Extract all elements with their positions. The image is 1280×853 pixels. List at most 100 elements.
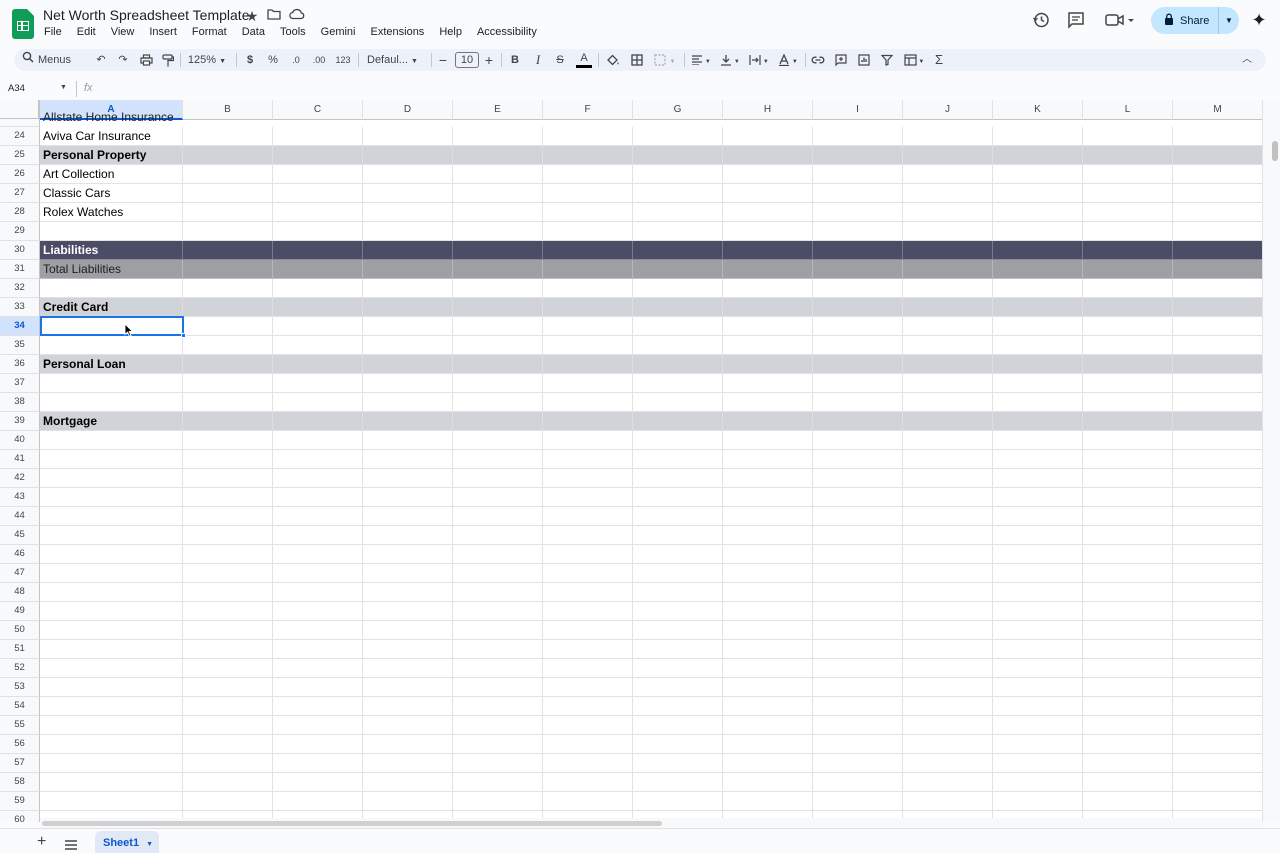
- grid-cell[interactable]: [1083, 355, 1173, 374]
- grid-cell[interactable]: [1173, 260, 1262, 279]
- grid-cell[interactable]: [903, 621, 993, 640]
- grid-cell[interactable]: [273, 450, 363, 469]
- grid-cell[interactable]: [363, 602, 453, 621]
- row-header[interactable]: 55: [0, 716, 40, 735]
- grid-cell[interactable]: [903, 469, 993, 488]
- grid-cell[interactable]: [1173, 697, 1262, 716]
- grid-cell[interactable]: [723, 507, 813, 526]
- grid-cell[interactable]: [813, 697, 903, 716]
- grid-cell[interactable]: [543, 602, 633, 621]
- grid-cell[interactable]: [993, 697, 1083, 716]
- menu-file[interactable]: File: [36, 24, 69, 40]
- menu-accessibility[interactable]: Accessibility: [469, 24, 544, 40]
- grid-cell[interactable]: [813, 279, 903, 298]
- row-header[interactable]: 35: [0, 336, 40, 355]
- grid-cell[interactable]: [273, 165, 363, 184]
- grid-cell[interactable]: [903, 260, 993, 279]
- grid-cell[interactable]: [453, 222, 543, 241]
- document-title[interactable]: Net Worth Spreadsheet Template: [43, 7, 250, 23]
- grid-cell[interactable]: [1083, 773, 1173, 792]
- grid-cell[interactable]: [993, 564, 1083, 583]
- grid-cell[interactable]: [1083, 735, 1173, 754]
- grid-cell[interactable]: [183, 526, 273, 545]
- grid-cell[interactable]: [40, 336, 183, 355]
- grid-cell[interactable]: [903, 697, 993, 716]
- row-header[interactable]: 24: [0, 127, 40, 146]
- grid-cell[interactable]: [993, 165, 1083, 184]
- grid-cell[interactable]: [453, 678, 543, 697]
- grid-cell[interactable]: [633, 450, 723, 469]
- grid-cell[interactable]: [273, 583, 363, 602]
- grid-cell[interactable]: [363, 374, 453, 393]
- row-header[interactable]: 32: [0, 279, 40, 298]
- grid-cell[interactable]: [543, 792, 633, 811]
- horizontal-align-icon[interactable]: ▼: [689, 49, 713, 71]
- row-header[interactable]: 40: [0, 431, 40, 450]
- grid-cell[interactable]: [1173, 412, 1262, 431]
- grid-cell[interactable]: [1173, 469, 1262, 488]
- grid-cell[interactable]: [813, 488, 903, 507]
- menu-edit[interactable]: Edit: [69, 24, 103, 40]
- name-box[interactable]: A34 ▼: [8, 83, 67, 94]
- grid-cell[interactable]: [543, 469, 633, 488]
- grid-cell[interactable]: [363, 621, 453, 640]
- grid-cell[interactable]: [363, 317, 453, 336]
- row-header[interactable]: 53: [0, 678, 40, 697]
- grid-cell[interactable]: [903, 241, 993, 260]
- grid-cell[interactable]: [543, 127, 633, 146]
- grid-cell[interactable]: [273, 241, 363, 260]
- grid-cell[interactable]: [813, 678, 903, 697]
- grid-cell[interactable]: [543, 222, 633, 241]
- grid-cell[interactable]: [273, 697, 363, 716]
- grid-cell[interactable]: [1173, 450, 1262, 469]
- grid-cell[interactable]: [363, 203, 453, 222]
- grid-cell[interactable]: [993, 545, 1083, 564]
- grid-cell[interactable]: [1173, 165, 1262, 184]
- grid-cell[interactable]: [453, 127, 543, 146]
- grid-cell[interactable]: [273, 469, 363, 488]
- column-header-m[interactable]: M: [1173, 100, 1262, 120]
- grid-cell[interactable]: [183, 545, 273, 564]
- grid-cell[interactable]: [543, 488, 633, 507]
- grid-cell[interactable]: [723, 488, 813, 507]
- grid-cell[interactable]: [813, 564, 903, 583]
- grid-cell[interactable]: [633, 317, 723, 336]
- filter-views-icon[interactable]: ▼: [901, 49, 927, 71]
- grid-cell[interactable]: [40, 640, 183, 659]
- font-size-input[interactable]: 10: [455, 52, 479, 68]
- grid-cell[interactable]: [273, 526, 363, 545]
- grid-cell[interactable]: [993, 393, 1083, 412]
- grid-cell[interactable]: [1173, 241, 1262, 260]
- grid-cell[interactable]: [723, 545, 813, 564]
- grid-cell[interactable]: [633, 526, 723, 545]
- row-header[interactable]: 27: [0, 184, 40, 203]
- grid-cell[interactable]: [993, 507, 1083, 526]
- grid-cell[interactable]: [993, 583, 1083, 602]
- grid-cell[interactable]: [813, 507, 903, 526]
- grid-cell[interactable]: [273, 602, 363, 621]
- grid-cell[interactable]: [723, 146, 813, 165]
- grid-cell[interactable]: [40, 374, 183, 393]
- row-header[interactable]: 33: [0, 298, 40, 317]
- grid-cell[interactable]: [903, 450, 993, 469]
- grid-cell[interactable]: [273, 564, 363, 583]
- grid-cell[interactable]: [453, 507, 543, 526]
- grid-cell[interactable]: [1083, 222, 1173, 241]
- grid-cell[interactable]: [273, 374, 363, 393]
- grid-cell[interactable]: [813, 583, 903, 602]
- grid-cell[interactable]: [453, 640, 543, 659]
- grid-cell[interactable]: [993, 298, 1083, 317]
- grid-cell[interactable]: [1083, 507, 1173, 526]
- grid-cell[interactable]: [903, 146, 993, 165]
- grid-cell[interactable]: [1083, 469, 1173, 488]
- row-header[interactable]: 41: [0, 450, 40, 469]
- grid-cell[interactable]: [273, 336, 363, 355]
- grid-cell[interactable]: [903, 716, 993, 735]
- grid-cell[interactable]: [40, 678, 183, 697]
- grid-cell[interactable]: [183, 336, 273, 355]
- grid-cell[interactable]: [1083, 697, 1173, 716]
- grid-cell[interactable]: [273, 431, 363, 450]
- grid-cell[interactable]: [1083, 431, 1173, 450]
- grid-cell[interactable]: [363, 678, 453, 697]
- grid-cell[interactable]: [993, 450, 1083, 469]
